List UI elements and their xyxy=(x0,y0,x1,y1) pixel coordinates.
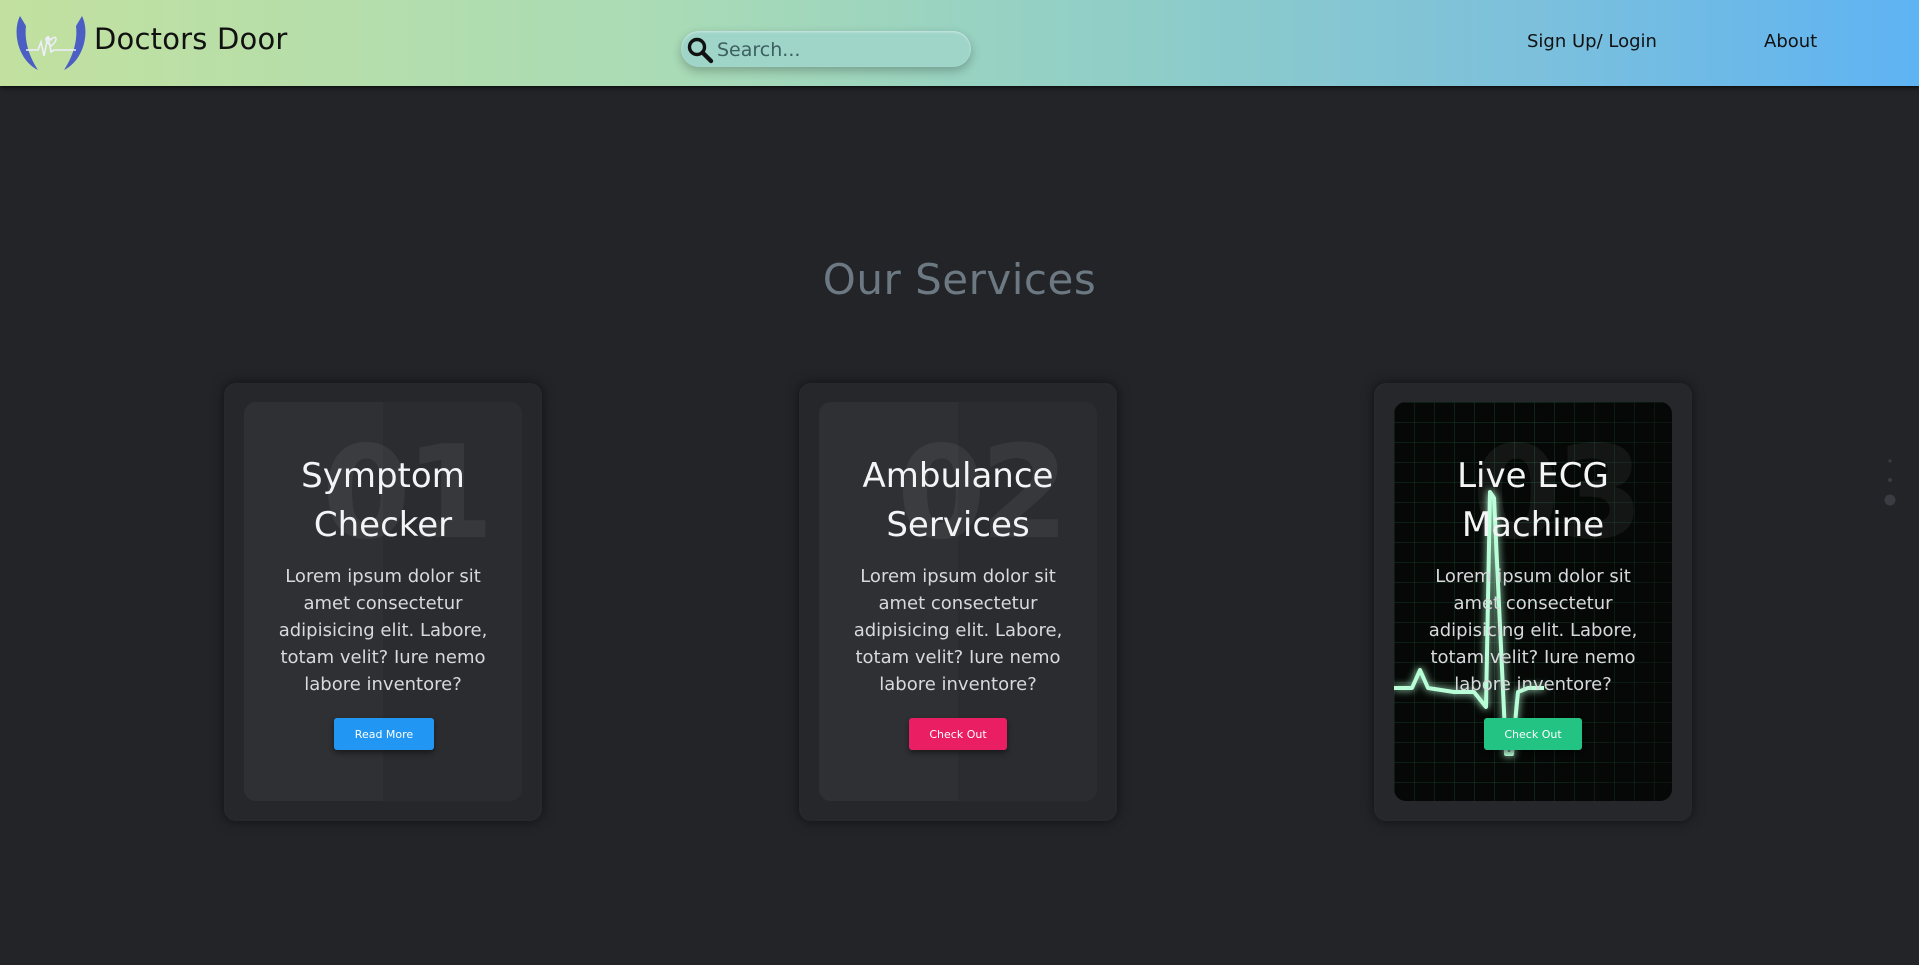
dot-icon[interactable] xyxy=(1888,478,1892,482)
card-description: Lorem ipsum dolor sit amet consectetur a… xyxy=(274,563,492,698)
read-more-button[interactable]: Read More xyxy=(334,718,434,750)
service-card-live-ecg: 03 Live ECG Machine Lorem ipsum dolor si… xyxy=(1374,383,1692,821)
card-text-line: adipisicing elit. Labore, xyxy=(278,620,488,641)
card-text-line: amet consectetur xyxy=(303,593,463,614)
search-icon[interactable] xyxy=(686,36,714,64)
dot-icon[interactable] xyxy=(1884,494,1896,506)
check-out-button[interactable]: Check Out xyxy=(909,718,1007,750)
card-text-line: labore inventore? xyxy=(304,674,462,695)
search-input[interactable] xyxy=(715,34,959,66)
card-text-line: totam velit? Iure nemo xyxy=(280,647,486,668)
card-text-line: labore inventore? xyxy=(1454,674,1612,695)
service-card-ambulance: 02 Ambulance Services Lorem ipsum dolor … xyxy=(799,383,1117,821)
card-title-line: Ambulance xyxy=(862,456,1054,496)
dot-icon[interactable] xyxy=(1888,459,1892,463)
nav-link-about[interactable]: About xyxy=(1764,31,1817,52)
nav-link-signup-login[interactable]: Sign Up/ Login xyxy=(1527,31,1657,52)
check-out-button[interactable]: Check Out xyxy=(1484,718,1582,750)
brand-name[interactable]: Doctors Door xyxy=(94,22,288,56)
card-text-line: Lorem ipsum dolor sit xyxy=(285,566,481,587)
card-description: Lorem ipsum dolor sit amet consectetur a… xyxy=(849,563,1067,698)
card-text-line: Lorem ipsum dolor sit xyxy=(1435,566,1631,587)
card-text-line: adipisicing elit. Labore, xyxy=(1428,620,1638,641)
card-inner: 03 Live ECG Machine Lorem ipsum dolor si… xyxy=(1394,402,1672,801)
card-inner: 01 Symptom Checker Lorem ipsum dolor sit… xyxy=(244,402,522,801)
section-title: Our Services xyxy=(822,255,1097,304)
card-text-line: labore inventore? xyxy=(879,674,1037,695)
card-title-line: Checker xyxy=(313,505,453,545)
card-title: Symptom Checker xyxy=(244,452,522,550)
card-title-line: Machine xyxy=(1461,505,1605,545)
search-box xyxy=(681,31,971,67)
scroll-dots-indicator[interactable] xyxy=(1884,458,1896,508)
card-title-line: Symptom xyxy=(301,456,465,496)
card-description: Lorem ipsum dolor sit amet consectetur a… xyxy=(1424,563,1642,698)
card-title-line: Services xyxy=(886,505,1030,545)
card-text-line: adipisicing elit. Labore, xyxy=(853,620,1063,641)
card-title: Live ECG Machine xyxy=(1394,452,1672,550)
card-text-line: amet consectetur xyxy=(1453,593,1613,614)
card-text-line: Lorem ipsum dolor sit xyxy=(860,566,1056,587)
navbar: Doctors Door Sign Up/ Login About xyxy=(0,0,1919,86)
card-inner: 02 Ambulance Services Lorem ipsum dolor … xyxy=(819,402,1097,801)
card-text-line: totam velit? Iure nemo xyxy=(1430,647,1636,668)
card-text-line: totam velit? Iure nemo xyxy=(855,647,1061,668)
doctor-hands-logo-icon[interactable] xyxy=(16,12,86,72)
card-title-line: Live ECG xyxy=(1457,456,1609,496)
service-card-symptom-checker: 01 Symptom Checker Lorem ipsum dolor sit… xyxy=(224,383,542,821)
card-text-line: amet consectetur xyxy=(878,593,1038,614)
card-title: Ambulance Services xyxy=(819,452,1097,550)
